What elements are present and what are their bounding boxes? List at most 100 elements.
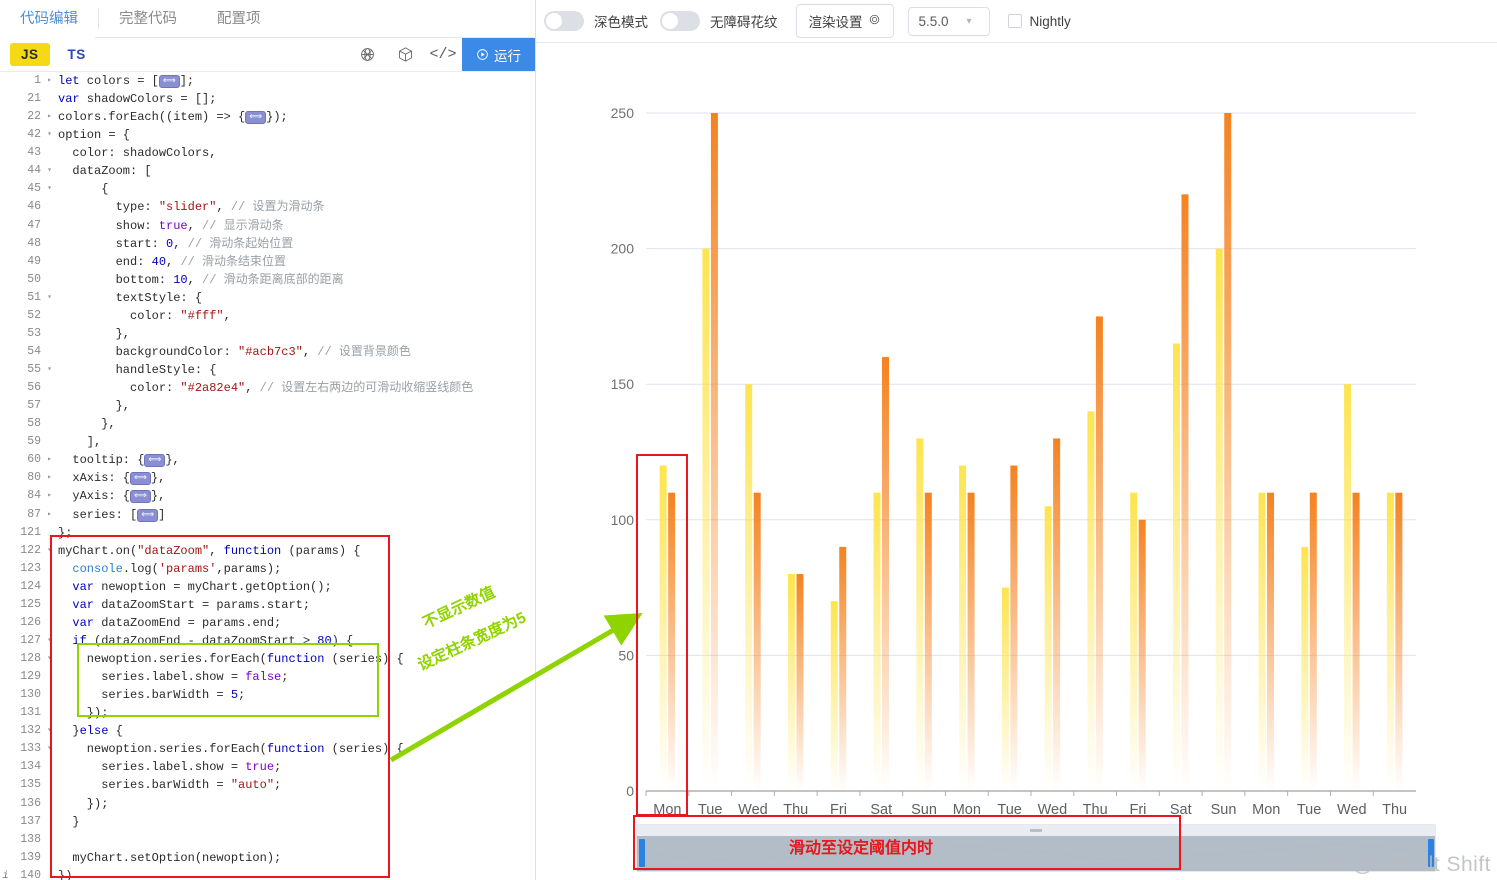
code-line[interactable]: 128 ▾ newoption.series.forEach(function (…	[0, 650, 535, 669]
code-line[interactable]: i 140})	[0, 866, 535, 880]
code-line[interactable]: 43 color: shadowColors,	[0, 144, 535, 163]
fold-toggle-icon[interactable]: ▾	[45, 361, 54, 379]
code-line[interactable]: 53 },	[0, 324, 535, 343]
bar[interactable]	[787, 574, 795, 791]
fold-toggle-icon[interactable]: ▸	[45, 108, 54, 126]
bar[interactable]	[796, 574, 804, 791]
code-line[interactable]: 22 ▸ colors.forEach((item) => {⟺});	[0, 108, 535, 127]
bar[interactable]	[753, 492, 761, 791]
fold-toggle-icon[interactable]: ▾	[45, 650, 54, 668]
code-line[interactable]: 54 backgroundColor: "#acb7c3", // 设置背景颜色	[0, 342, 535, 361]
bar[interactable]	[959, 465, 967, 791]
code-line[interactable]: 131 });	[0, 704, 535, 723]
accessibility-pattern-toggle[interactable]	[660, 11, 700, 31]
bar[interactable]	[659, 465, 667, 791]
code-line[interactable]: 130 series.barWidth = 5;	[0, 686, 535, 705]
datazoom-slider-grip[interactable]	[1030, 829, 1042, 832]
code-line[interactable]: 121};	[0, 523, 535, 542]
code-line[interactable]: 133 ▾ newoption.series.forEach(function (…	[0, 740, 535, 759]
code-line[interactable]: 136 });	[0, 794, 535, 813]
run-button[interactable]: 运行	[462, 38, 535, 71]
bar[interactable]	[830, 601, 838, 791]
code-editor[interactable]: 1 ▸ let colors = [⟺]; 21 var shadowColors = …	[0, 72, 535, 880]
lang-ts-button[interactable]: TS	[62, 43, 92, 66]
code-line[interactable]: 57 },	[0, 397, 535, 416]
fold-toggle-icon[interactable]: ▸	[45, 469, 54, 487]
tab-options[interactable]: 配置项	[197, 0, 281, 37]
fold-toggle-icon[interactable]: ▾	[45, 126, 54, 144]
bar[interactable]	[710, 113, 718, 791]
fold-toggle-icon[interactable]: ▾	[45, 180, 54, 198]
code-line[interactable]: 80 ▸ xAxis: {⟺},	[0, 469, 535, 488]
code-line[interactable]: 60 ▸ tooltip: {⟺},	[0, 451, 535, 470]
code-line[interactable]: 21 var shadowColors = [];	[0, 90, 535, 109]
bar[interactable]	[1215, 248, 1223, 792]
bar[interactable]	[1181, 194, 1189, 792]
fold-toggle-icon[interactable]: ▾	[45, 289, 54, 307]
code-line[interactable]: 129 series.label.show = false;	[0, 668, 535, 687]
code-line[interactable]: 49 end: 40, // 滑动条结束位置	[0, 252, 535, 271]
bar[interactable]	[1010, 465, 1018, 791]
code-line[interactable]: 134 series.label.show = true;	[0, 758, 535, 777]
bar[interactable]	[1095, 316, 1103, 791]
code-line[interactable]: 55 ▾ handleStyle: {	[0, 361, 535, 380]
bar[interactable]	[1309, 492, 1317, 791]
code-line[interactable]: 124 var newoption = myChart.getOption();	[0, 577, 535, 596]
bar[interactable]	[1301, 546, 1309, 791]
bar[interactable]	[668, 492, 676, 791]
code-line[interactable]: 46 type: "slider", // 设置为滑动条	[0, 198, 535, 217]
lang-js-button[interactable]: JS	[10, 43, 50, 66]
code-line[interactable]: 52 color: "#fff",	[0, 306, 535, 325]
bar[interactable]	[1130, 492, 1138, 791]
code-line[interactable]: 132 ▾ }else {	[0, 722, 535, 741]
fold-toggle-icon[interactable]: ▾	[45, 632, 54, 650]
code-line[interactable]: 87 ▸ series: [⟺]	[0, 505, 535, 524]
code-line[interactable]: 42 ▾ option = {	[0, 126, 535, 145]
tab-code-edit[interactable]: 代码编辑	[0, 0, 98, 37]
code-line[interactable]: 126 var dataZoomEnd = params.end;	[0, 613, 535, 632]
cube-icon[interactable]	[386, 38, 424, 71]
datazoom-handle-right[interactable]	[1428, 839, 1434, 867]
code-brackets-icon[interactable]: </>	[424, 38, 462, 71]
code-line[interactable]: 138	[0, 830, 535, 849]
fold-toggle-icon[interactable]: ▸	[45, 487, 54, 505]
code-line[interactable]: 56 color: "#2a82e4", // 设置左右两边的可滑动收缩竖线颜色	[0, 379, 535, 398]
bar[interactable]	[916, 438, 924, 791]
bar[interactable]	[1395, 492, 1403, 791]
bar[interactable]	[745, 384, 753, 791]
code-line[interactable]: 127 ▾ if (dataZoomEnd - dataZoomStart > 8…	[0, 631, 535, 650]
bar[interactable]	[924, 492, 932, 791]
bar[interactable]	[1352, 492, 1360, 791]
bar[interactable]	[873, 492, 881, 791]
globe-wireframe-icon[interactable]	[348, 38, 386, 71]
datazoom-handle-left[interactable]	[639, 839, 645, 867]
bar[interactable]	[1138, 519, 1146, 791]
dark-mode-toggle[interactable]	[544, 11, 584, 31]
bar[interactable]	[1344, 384, 1352, 791]
bar[interactable]	[1087, 411, 1095, 791]
bar[interactable]	[1001, 587, 1009, 791]
bar[interactable]	[882, 357, 890, 791]
fold-toggle-icon[interactable]: ▾	[45, 722, 54, 740]
fold-toggle-icon[interactable]: ▾	[45, 162, 54, 180]
fold-toggle-icon[interactable]: ▾	[45, 740, 54, 758]
fold-toggle-icon[interactable]: ▸	[45, 72, 54, 90]
code-line[interactable]: 47 show: true, // 显示滑动条	[0, 216, 535, 235]
bar[interactable]	[1224, 113, 1232, 791]
fold-toggle-icon[interactable]: ▾	[45, 542, 54, 560]
bar[interactable]	[1053, 438, 1061, 791]
code-line[interactable]: 58 },	[0, 415, 535, 434]
bar[interactable]	[702, 248, 710, 792]
bar[interactable]	[967, 492, 975, 791]
code-line[interactable]: 44 ▾ dataZoom: [	[0, 162, 535, 181]
version-select[interactable]: 5.5.0 ▾	[907, 6, 990, 36]
bar[interactable]	[1267, 492, 1275, 791]
code-line[interactable]: 84 ▸ yAxis: {⟺},	[0, 487, 535, 506]
code-line[interactable]: 51 ▾ textStyle: {	[0, 288, 535, 307]
code-line[interactable]: 139 myChart.setOption(newoption);	[0, 848, 535, 867]
code-line[interactable]: 1 ▸ let colors = [⟺];	[0, 72, 535, 91]
bar[interactable]	[1172, 343, 1180, 791]
fold-toggle-icon[interactable]: ▸	[45, 451, 54, 469]
datazoom-selected-region[interactable]	[637, 836, 1435, 871]
tab-full-code[interactable]: 完整代码	[99, 0, 197, 37]
